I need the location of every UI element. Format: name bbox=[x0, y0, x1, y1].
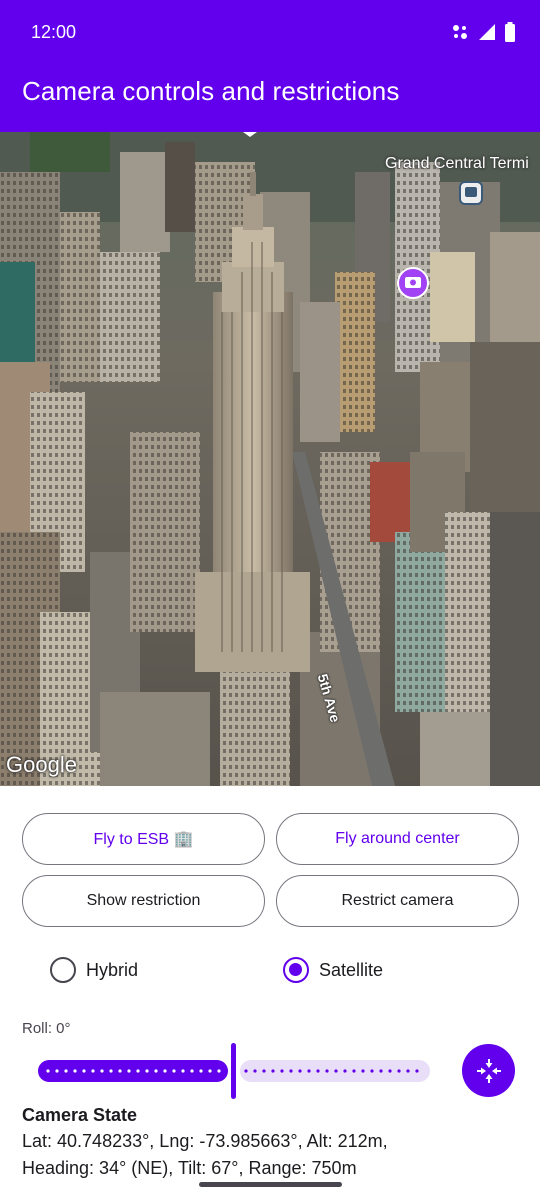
status-icons bbox=[450, 22, 516, 42]
slider-tick bbox=[415, 1069, 419, 1073]
slider-thumb bbox=[231, 1043, 236, 1099]
slider-tick bbox=[100, 1069, 104, 1073]
slider-tick bbox=[145, 1069, 149, 1073]
status-bar: 12:00 bbox=[0, 0, 540, 64]
map-view[interactable]: Grand Central Termi 5th Ave Google bbox=[0, 132, 540, 786]
slider-tick bbox=[136, 1069, 140, 1073]
satellite-imagery bbox=[0, 132, 540, 786]
restrict-camera-button[interactable]: Restrict camera bbox=[276, 875, 519, 927]
battery-icon bbox=[505, 22, 515, 42]
app-bar: Camera controls and restrictions bbox=[0, 64, 540, 132]
slider-tick bbox=[343, 1069, 347, 1073]
slider-tick bbox=[109, 1069, 113, 1073]
controls-panel: Fly to ESB 🏢 Fly around center Show rest… bbox=[0, 786, 540, 1201]
slider-tick bbox=[253, 1069, 257, 1073]
map-type-satellite[interactable]: Satellite bbox=[283, 957, 383, 983]
show-restriction-button[interactable]: Show restriction bbox=[22, 875, 265, 927]
slider-tick bbox=[397, 1069, 401, 1073]
data-saver-icon bbox=[453, 25, 467, 39]
camera-state-title: Camera State bbox=[22, 1105, 138, 1125]
slider-tick bbox=[271, 1069, 275, 1073]
map-type-hybrid[interactable]: Hybrid bbox=[50, 957, 138, 983]
hybrid-radio[interactable] bbox=[50, 957, 76, 983]
page-title: Camera controls and restrictions bbox=[22, 76, 400, 106]
slider-tick bbox=[208, 1069, 212, 1073]
slider-tick bbox=[316, 1069, 320, 1073]
slider-tick bbox=[82, 1069, 86, 1073]
poi-label-grand-central[interactable]: Grand Central Termi bbox=[385, 155, 529, 173]
slider-tick bbox=[379, 1069, 383, 1073]
slider-tick bbox=[370, 1069, 374, 1073]
slider-tick bbox=[307, 1069, 311, 1073]
reset-roll-button[interactable] bbox=[462, 1044, 515, 1097]
slider-tick bbox=[289, 1069, 293, 1073]
slider-tick bbox=[46, 1069, 50, 1073]
satellite-label: Satellite bbox=[319, 959, 384, 980]
slider-tick bbox=[199, 1069, 203, 1073]
slider-tick bbox=[73, 1069, 77, 1073]
slider-tick bbox=[163, 1069, 167, 1073]
slider-tick bbox=[244, 1069, 248, 1073]
slider-tick bbox=[352, 1069, 356, 1073]
status-time: 12:00 bbox=[31, 22, 77, 42]
slider-tick bbox=[280, 1069, 284, 1073]
slider-tick bbox=[127, 1069, 131, 1073]
gesture-nav-handle[interactable] bbox=[199, 1182, 342, 1187]
slider-tick bbox=[91, 1069, 95, 1073]
slider-tick bbox=[406, 1069, 410, 1073]
slider-tick bbox=[262, 1069, 266, 1073]
slider-tick bbox=[181, 1069, 185, 1073]
satellite-radio[interactable] bbox=[283, 957, 309, 983]
slider-tick bbox=[388, 1069, 392, 1073]
slider-tick bbox=[325, 1069, 329, 1073]
hybrid-label: Hybrid bbox=[86, 959, 139, 980]
slider-tick bbox=[190, 1069, 194, 1073]
slider-tick bbox=[298, 1069, 302, 1073]
slider-tick bbox=[118, 1069, 122, 1073]
signal-icon bbox=[479, 24, 495, 40]
slider-tick bbox=[334, 1069, 338, 1073]
google-logo: Google bbox=[6, 752, 77, 777]
roll-slider[interactable] bbox=[38, 1040, 430, 1100]
center-focus-icon bbox=[476, 1058, 501, 1083]
slider-tick bbox=[172, 1069, 176, 1073]
slider-tick bbox=[64, 1069, 68, 1073]
roll-label: Roll: 0° bbox=[22, 1020, 71, 1037]
slider-tick bbox=[217, 1069, 221, 1073]
fly-around-center-button[interactable]: Fly around center bbox=[276, 813, 519, 865]
camera-state-position: Lat: 40.748233°, Lng: -73.985663°, Alt: … bbox=[22, 1131, 388, 1151]
slider-tick bbox=[361, 1069, 365, 1073]
camera-state-orientation: Heading: 34° (NE), Tilt: 67°, Range: 750… bbox=[22, 1158, 357, 1178]
fly-to-esb-button[interactable]: Fly to ESB 🏢 bbox=[22, 813, 265, 865]
slider-tick bbox=[154, 1069, 158, 1073]
slider-tick bbox=[55, 1069, 59, 1073]
